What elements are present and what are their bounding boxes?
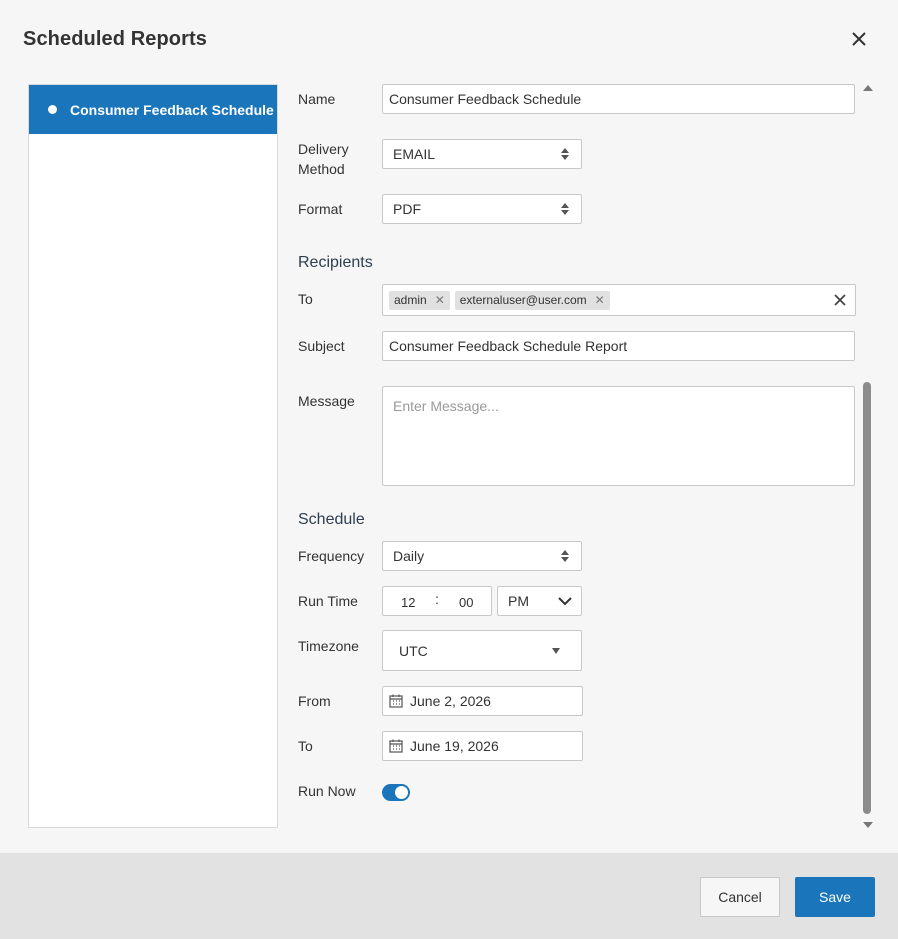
selected-dot-icon [48, 105, 57, 114]
to-date-label: To [298, 738, 313, 754]
subject-input[interactable]: Consumer Feedback Schedule Report [382, 331, 855, 361]
to-label: To [298, 291, 313, 307]
delivery-method-label: Delivery Method [298, 139, 349, 179]
chevron-down-icon [558, 597, 572, 606]
delivery-label-line1: Delivery [298, 141, 349, 157]
from-date-value: June 2, 2026 [410, 693, 491, 709]
form-scrollbar[interactable] [862, 84, 874, 832]
run-now-label: Run Now [298, 783, 356, 799]
to-date-input[interactable]: June 19, 2026 [382, 731, 583, 761]
hour-input[interactable]: 12 [401, 595, 415, 610]
ampm-value: PM [508, 593, 529, 609]
format-value: PDF [393, 201, 421, 217]
run-time-label: Run Time [298, 593, 358, 609]
time-separator: : [435, 591, 439, 607]
from-label: From [298, 693, 331, 709]
schedule-heading: Schedule [298, 511, 365, 528]
to-date-value: June 19, 2026 [410, 738, 499, 754]
ampm-select[interactable]: PM [497, 586, 582, 616]
timezone-label: Timezone [298, 638, 359, 654]
save-button[interactable]: Save [795, 877, 875, 917]
message-label: Message [298, 393, 355, 409]
delivery-method-value: EMAIL [393, 146, 436, 162]
recipient-chip-label: externaluser@user.com [459, 293, 587, 307]
format-select[interactable]: PDF [382, 194, 582, 224]
clear-all-icon[interactable] [834, 294, 846, 306]
dialog-footer: Cancel Save [0, 853, 898, 939]
sidebar-item-label: Consumer Feedback Schedule [70, 101, 274, 118]
frequency-select[interactable]: Daily [382, 541, 582, 571]
minute-input[interactable]: 00 [459, 595, 473, 610]
message-textarea[interactable]: Enter Message... [382, 386, 855, 486]
scrollbar-thumb[interactable] [863, 382, 871, 814]
scroll-up-icon[interactable] [862, 84, 874, 92]
subject-label: Subject [298, 338, 345, 354]
delivery-method-select[interactable]: EMAIL [382, 139, 582, 169]
sort-arrows-icon [561, 148, 569, 160]
name-label: Name [298, 91, 336, 107]
recipients-heading: Recipients [298, 254, 373, 271]
cancel-button[interactable]: Cancel [700, 877, 780, 917]
message-placeholder: Enter Message... [393, 398, 499, 414]
schedule-form: Name Consumer Feedback Schedule Delivery… [298, 0, 858, 850]
delivery-label-line2: Method [298, 161, 345, 177]
toggle-knob [395, 786, 408, 799]
frequency-value: Daily [393, 548, 425, 564]
schedule-list: Consumer Feedback Schedule [28, 84, 278, 828]
remove-chip-icon[interactable]: ✕ [435, 293, 445, 307]
recipient-chip-label: admin [394, 293, 427, 307]
name-input[interactable]: Consumer Feedback Schedule [382, 84, 855, 114]
frequency-label: Frequency [298, 548, 365, 564]
recipient-chip: admin ✕ [389, 290, 450, 310]
timezone-select[interactable]: UTC [382, 630, 582, 671]
calendar-icon [389, 694, 403, 708]
recipients-input[interactable]: admin ✕ externaluser@user.com ✕ [382, 284, 856, 316]
remove-chip-icon[interactable]: ✕ [595, 293, 605, 307]
sort-arrows-icon [561, 203, 569, 215]
scheduled-reports-dialog: Scheduled Reports Consumer Feedback Sche… [0, 0, 898, 939]
recipient-chip: externaluser@user.com ✕ [454, 290, 610, 310]
run-time-input: 12 : 00 [382, 586, 492, 616]
sidebar-item-consumer-feedback-schedule[interactable]: Consumer Feedback Schedule [29, 85, 277, 134]
run-now-toggle[interactable] [382, 784, 410, 801]
calendar-icon [389, 739, 403, 753]
timezone-value: UTC [399, 642, 428, 659]
scroll-down-icon[interactable] [862, 821, 874, 829]
dialog-title: Scheduled Reports [23, 28, 207, 50]
sort-arrows-icon [561, 550, 569, 562]
from-date-input[interactable]: June 2, 2026 [382, 686, 583, 716]
format-label: Format [298, 201, 343, 217]
caret-down-icon [552, 648, 560, 654]
